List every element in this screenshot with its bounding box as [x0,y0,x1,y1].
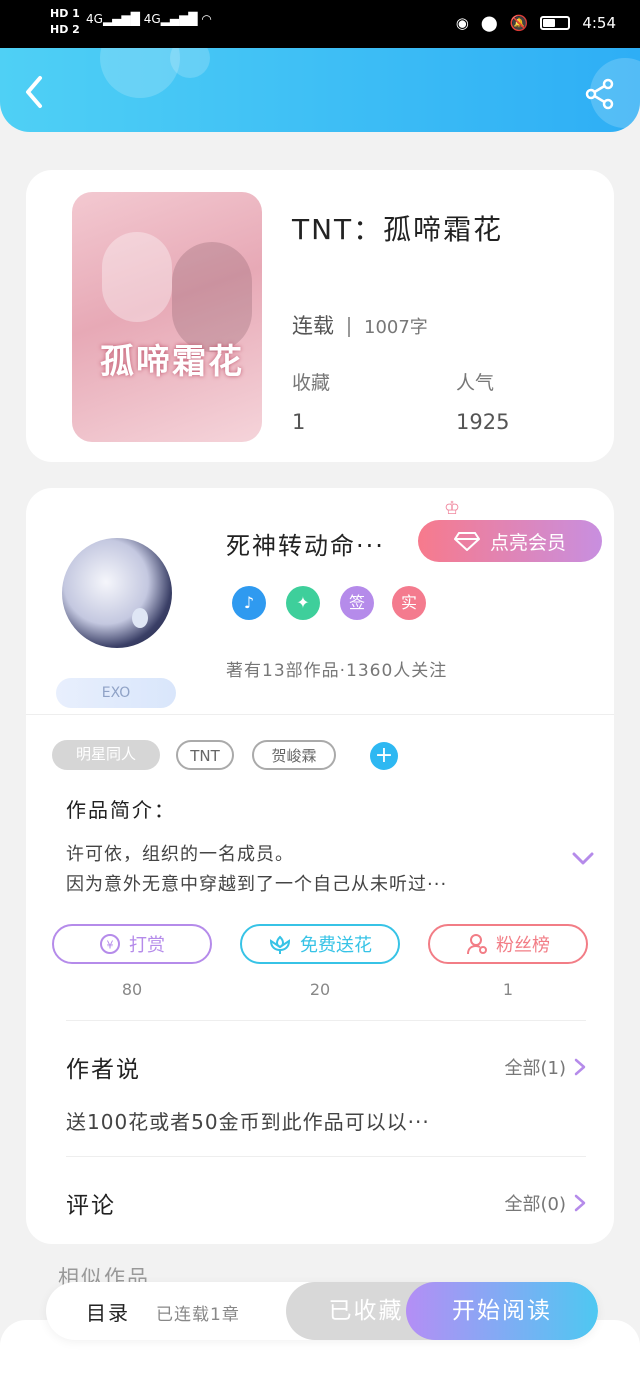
share-icon[interactable] [584,78,616,110]
word-count: 1007字 [364,317,428,338]
back-icon[interactable] [20,74,50,110]
start-reading-button[interactable]: 开始阅读 [406,1282,598,1340]
author-group-tag: EXO [56,678,176,708]
book-cover[interactable]: 孤啼霜花 [72,192,262,442]
decor-bubble [100,48,180,98]
author-name[interactable]: 死神转动命··· [226,526,385,561]
comments-title: 评论 [66,1193,116,1219]
signal-bars-icon: ▂▄▆█ [102,12,140,26]
reward-count: 80 [121,980,143,999]
section-divider [66,1156,586,1157]
signal-bars-icon: ▂▄▆█ [160,12,198,26]
tag-chip[interactable]: 贺峻霖 [252,740,336,770]
tag-chip[interactable]: TNT [176,740,234,770]
verified-badge[interactable]: 实 [392,586,426,620]
status-divider [348,317,350,337]
svg-text:¥: ¥ [107,939,114,952]
signed-badge[interactable]: 签 [340,586,374,620]
book-status-line: 连载 1007字 [292,310,428,340]
user-icon [467,934,487,955]
fan-rank-label: 粉丝榜 [496,935,550,956]
yen-coin-icon: ¥ [100,934,120,954]
signal2-label: 4G [143,12,161,26]
wifi-icon: ◠ [201,12,212,26]
popularity-label: 人气 [456,372,495,394]
chapter-count: 已连载1章 [156,1305,240,1325]
mute-icon: 🔕 [509,14,529,32]
fan-count: 1 [502,980,514,999]
add-tag-button[interactable]: + [370,742,398,770]
cover-title: 孤啼霜花 [100,342,244,382]
fan-rank-button[interactable]: 粉丝榜 [428,924,588,964]
intro-line: 许可依，组织的一名成员。 [66,844,294,865]
cover-figure [102,232,172,322]
vip-button[interactable]: 点亮会员 [418,520,602,562]
intro-title: 作品简介： [66,798,176,822]
favorites-label: 收藏 [292,372,331,394]
tag-chip[interactable]: 明星同人 [52,740,160,770]
hd-indicators: HD 1 HD 2 [50,6,80,38]
hd1-indicator: HD 1 [50,7,80,20]
book-info-card: 孤啼霜花 TNT：孤啼霜花 连载 1007字 收藏 人气 1 1925 [26,170,614,462]
flower-count: 20 [309,980,331,999]
reward-button[interactable]: ¥ 打赏 [52,924,212,964]
author-says-text[interactable]: 送100花或者50金币到此作品可以以··· [66,1106,430,1135]
author-says-title: 作者说 [66,1057,141,1083]
comments-all-link[interactable]: 全部(0) [505,1190,587,1216]
eye-icon: ◉ [455,14,469,32]
free-flower-button[interactable]: 免费送花 [240,924,400,964]
signal1-label: 4G [86,12,103,26]
hd2-indicator: HD 2 [50,23,80,36]
battery-icon [540,16,571,30]
status-right: ◉ ⬤ 🔕 4:54 [456,14,616,32]
intro-line: 因为意外无意中穿越到了一个自己从未听过··· [66,874,448,895]
section-divider [26,714,614,715]
section-divider [66,1020,586,1021]
intro-text: 许可依，组织的一名成员。 因为意外无意中穿越到了一个自己从未听过··· [66,840,556,900]
comments-all-label: 全部(0) [504,1194,567,1215]
author-info: 著有13部作品·1360人关注 [226,661,448,681]
signal-indicators: 4G▂▄▆█ 4G▂▄▆█ ◠ [86,12,212,26]
bottom-action-bar: 目录 已连载1章 已收藏 开始阅读 [46,1282,598,1340]
chevron-down-icon[interactable] [572,852,594,866]
flower-icon [269,935,291,954]
status-bar: HD 1 HD 2 4G▂▄▆█ 4G▂▄▆█ ◠ ◉ ⬤ 🔕 4:54 [0,0,640,48]
reward-label: 打赏 [129,935,165,956]
music-note-icon[interactable]: ♪ [232,586,266,620]
header [0,48,640,132]
toc-button[interactable]: 目录 [86,1297,130,1326]
serial-status: 连载 [292,314,334,338]
vip-button-label: 点亮会员 [489,531,566,554]
author-avatar[interactable] [62,538,172,648]
chevron-right-icon [574,1058,586,1076]
author-says-all-label: 全部(1) [504,1058,567,1079]
location-icon: ⬤ [480,14,498,32]
teardrop-icon [132,608,148,628]
book-title: TNT：孤啼霜花 [292,213,504,246]
popularity-value: 1925 [456,410,510,434]
diamond-icon [453,532,480,551]
detail-card: EXO 死神转动命··· ♔ 点亮会员 ♪ ✦ 签 实 著有13部作品·1360… [26,488,614,1244]
favorites-value: 1 [292,410,306,434]
author-says-all-link[interactable]: 全部(1) [505,1054,587,1080]
crown-icon: ♔ [444,498,461,519]
cover-figure [172,242,252,352]
chevron-right-icon [574,1194,586,1212]
handshake-icon[interactable]: ✦ [286,586,320,620]
clock: 4:54 [582,14,616,32]
free-flower-label: 免费送花 [300,935,372,956]
